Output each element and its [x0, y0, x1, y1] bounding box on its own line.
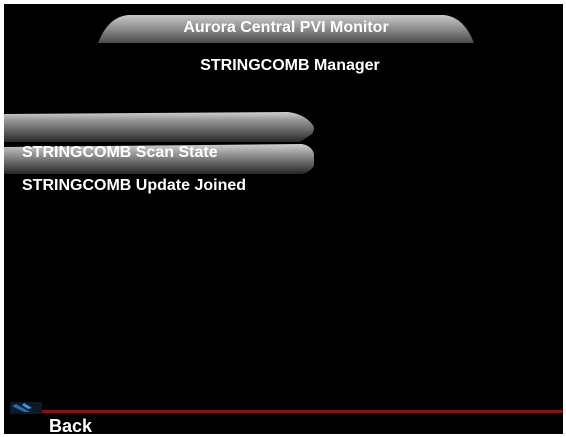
monitor-screen: Aurora Central PVI Monitor STRINGCOMB Ma… [4, 4, 563, 434]
title-tab: Aurora Central PVI Monitor [98, 15, 474, 43]
corner-logo-icon [10, 402, 42, 414]
menu-item-update-joined[interactable]: STRINGCOMB Update Joined [22, 176, 246, 196]
menu-highlight-bar-upper [4, 112, 316, 142]
app-title: Aurora Central PVI Monitor [183, 19, 389, 36]
footer-divider [34, 410, 563, 413]
page-title: STRINGCOMB Manager [200, 57, 380, 74]
back-button[interactable]: Back [49, 416, 92, 434]
menu-item-scan-state[interactable]: STRINGCOMB Scan State [22, 143, 218, 163]
